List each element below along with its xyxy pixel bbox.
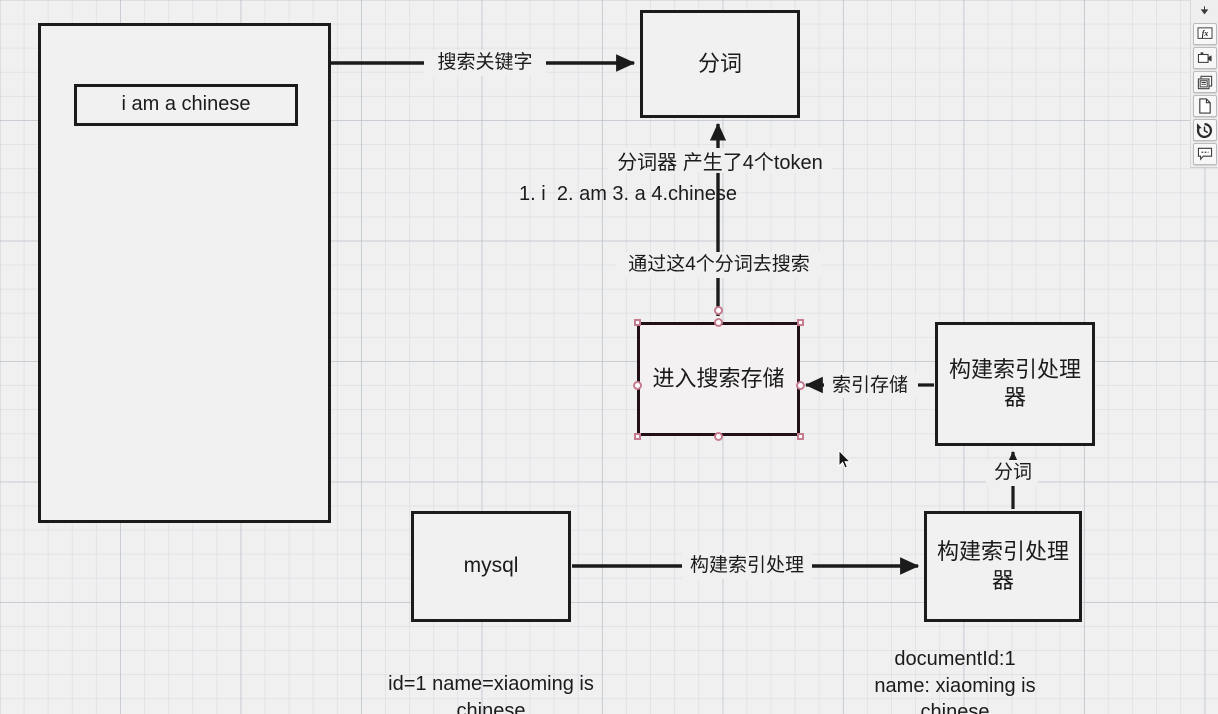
selection-handle-bottom-middle[interactable] <box>713 431 723 441</box>
edge-label-search-keyword[interactable]: 搜索关键字 <box>424 51 546 76</box>
edge-label-token-count[interactable]: 分词器 产生了4个token <box>606 150 834 176</box>
diagram-canvas[interactable]: i am a chinese 分词 进入搜索存储 构建索引处理 器 mysql … <box>0 0 1218 714</box>
selection-handle-left-middle[interactable] <box>632 380 642 390</box>
selection-handle-right-middle[interactable] <box>795 380 805 390</box>
node-search-store[interactable]: 进入搜索存储 <box>637 322 800 436</box>
node-mysql-label: mysql <box>463 554 519 578</box>
node-indexer-top-label: 构建索引处理 器 <box>948 356 1081 410</box>
node-index-builder-top[interactable]: 构建索引处理 器 <box>935 322 1095 446</box>
edge-label-token-list[interactable]: 1. i 2. am 3. a 4.chinese <box>498 181 758 207</box>
node-fenci-label: 分词 <box>697 50 742 76</box>
node-indexer-bottom-label: 构建索引处理 器 <box>936 539 1069 593</box>
selection-handle-top-left[interactable] <box>633 318 641 326</box>
selection-handle-top-middle[interactable] <box>713 317 723 327</box>
node-query-label: i am a chinese <box>121 93 251 116</box>
svg-text:fx: fx <box>1201 29 1208 38</box>
selection-handle-bottom-right[interactable] <box>796 432 804 440</box>
node-query-text[interactable]: i am a chinese <box>74 84 298 126</box>
label-mysql-record[interactable]: id=1 name=xiaoming is chinese <box>368 671 614 714</box>
edge-label-build-index[interactable]: 构建索引处理 <box>680 554 814 579</box>
selection-handle-bottom-left[interactable] <box>633 432 641 440</box>
edge-label-tokenize[interactable]: 分词 <box>985 461 1041 486</box>
window-icon[interactable] <box>1192 71 1217 93</box>
pin-icon[interactable] <box>1194 1 1216 21</box>
formula-icon[interactable]: fx <box>1192 23 1217 45</box>
comment-icon[interactable] <box>1192 143 1217 165</box>
node-index-builder-bottom[interactable]: 构建索引处理 器 <box>924 511 1082 622</box>
right-toolbar[interactable]: fx <box>1190 0 1218 168</box>
node-store-label: 进入搜索存储 <box>652 365 785 391</box>
node-mysql[interactable]: mysql <box>411 511 571 622</box>
mouse-cursor <box>838 450 852 469</box>
edge-endpoint-handle[interactable] <box>713 305 723 315</box>
edge-label-index-store[interactable]: 索引存储 <box>822 374 918 399</box>
selection-handle-top-right[interactable] <box>796 318 804 326</box>
page-icon[interactable] <box>1192 95 1217 117</box>
label-document-record[interactable]: documentId:1 name: xiaoming is chinese <box>840 646 1070 714</box>
node-tokenizer[interactable]: 分词 <box>640 10 800 118</box>
camera-icon[interactable] <box>1192 47 1217 69</box>
edge-label-search-by-tokens[interactable]: 通过这4个分词去搜索 <box>614 253 824 278</box>
history-icon[interactable] <box>1192 119 1217 141</box>
